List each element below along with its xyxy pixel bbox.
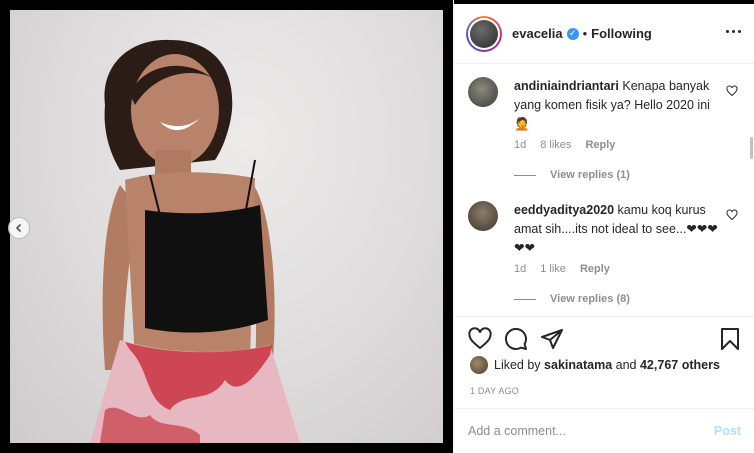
view-replies-label: View replies (8) (550, 293, 630, 305)
comment-text-block: andiniaindriantari Kenapa banyak yang ko… (514, 77, 724, 134)
reply-button[interactable]: Reply (580, 263, 610, 275)
post-photo-pane (0, 0, 453, 453)
verified-badge-icon: ✓ (566, 27, 579, 40)
comment-item: andiniaindriantari Kenapa banyak yang ko… (468, 77, 738, 187)
view-replies-label: View replies (1) (550, 169, 630, 181)
likes-summary: Liked by sakinatama and 42,767 others (470, 356, 720, 374)
comment-username[interactable]: andiniaindriantari (514, 79, 619, 93)
reply-button[interactable]: Reply (585, 139, 615, 151)
commenter-avatar[interactable] (468, 77, 498, 107)
post-actions-bar (454, 316, 754, 360)
liker-username[interactable]: sakinatama (544, 358, 612, 372)
comment-input[interactable] (468, 421, 688, 441)
comment-meta: 1d 1 like Reply (514, 263, 610, 275)
likes-prefix: Liked by (494, 358, 541, 372)
carousel-prev-button[interactable] (8, 217, 30, 239)
header-separator: • (582, 26, 588, 41)
likes-middle: and (615, 358, 637, 372)
view-replies-button[interactable]: View replies (1) (514, 169, 630, 181)
comment-item: eeddyaditya2020 kamu koq kurus amat sih.… (468, 201, 738, 311)
comment-text-block: eeddyaditya2020 kamu koq kurus amat sih.… (514, 201, 724, 258)
likes-count[interactable]: 42,767 others (640, 358, 720, 372)
photo-subject (90, 39, 300, 443)
chevron-left-icon (15, 223, 22, 233)
heart-icon[interactable] (726, 85, 738, 97)
heart-icon[interactable] (468, 327, 492, 351)
post-side-panel: evacelia ✓ • Following andiniaindriantar… (453, 0, 754, 453)
post-comment-button[interactable]: Post (714, 424, 741, 438)
following-button[interactable]: Following (591, 26, 652, 41)
comment-icon[interactable] (504, 327, 528, 351)
post-photo[interactable] (10, 10, 443, 443)
heart-icon[interactable] (726, 209, 738, 221)
author-username[interactable]: evacelia (512, 26, 563, 41)
comments-list[interactable]: andiniaindriantari Kenapa banyak yang ko… (454, 65, 754, 315)
comment-age: 1d (514, 139, 527, 151)
author-avatar[interactable] (466, 15, 502, 52)
liker-avatar[interactable] (470, 356, 488, 374)
comments-scrollbar[interactable] (748, 65, 754, 315)
comment-age: 1d (514, 263, 527, 275)
comment-username[interactable]: eeddyaditya2020 (514, 203, 614, 217)
post-timestamp[interactable]: 1 DAY AGO (470, 386, 519, 396)
commenter-avatar[interactable] (468, 201, 498, 231)
comment-likes[interactable]: 8 likes (540, 139, 571, 151)
post-header: evacelia ✓ • Following (454, 4, 754, 64)
view-replies-button[interactable]: View replies (8) (514, 293, 630, 305)
comment-likes[interactable]: 1 like (540, 263, 566, 275)
comment-meta: 1d 8 likes Reply (514, 139, 615, 151)
add-comment-bar: Post (454, 408, 754, 453)
more-options-icon[interactable] (726, 30, 741, 33)
paper-plane-icon[interactable] (540, 327, 564, 351)
bookmark-icon[interactable] (718, 327, 742, 351)
